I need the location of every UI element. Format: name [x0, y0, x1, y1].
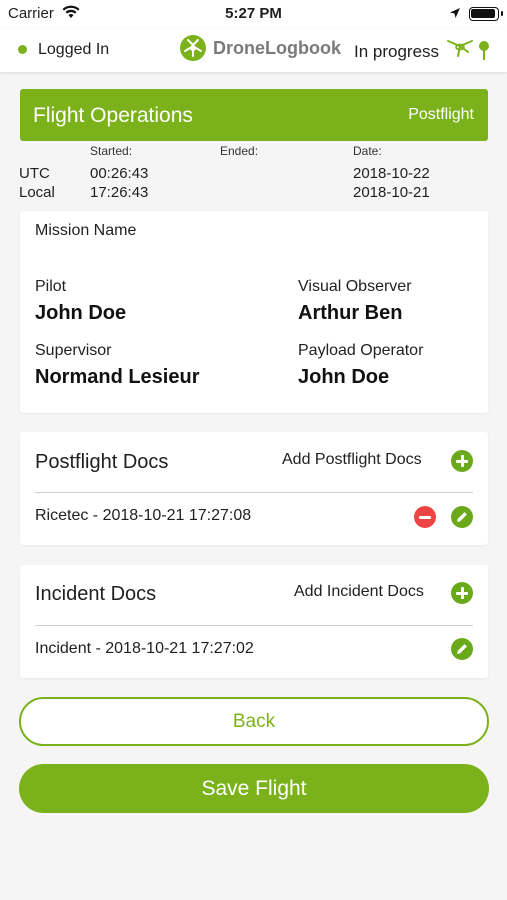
payload-operator-value: John Doe — [298, 366, 390, 388]
incident-docs-card: Incident Docs Add Incident Docs Incident… — [20, 565, 488, 678]
status-bar: Carrier 5:27 PM — [0, 0, 507, 28]
save-flight-button[interactable]: Save Flight — [19, 764, 489, 813]
started-header: Started: — [90, 144, 133, 158]
edit-icon[interactable] — [451, 638, 473, 660]
local-date: 2018-10-21 — [353, 184, 430, 201]
local-started: 17:26:43 — [90, 184, 149, 201]
visual-observer-label: Visual Observer — [298, 278, 412, 295]
visual-observer-value: Arthur Ben — [298, 302, 403, 324]
mission-card[interactable]: Mission Name Pilot John Doe Visual Obser… — [20, 211, 488, 413]
mission-name-label: Mission Name — [35, 222, 137, 239]
remove-icon[interactable] — [414, 506, 436, 528]
utc-date: 2018-10-22 — [353, 165, 430, 182]
postflight-doc-item[interactable]: Ricetec - 2018-10-21 17:27:08 — [35, 507, 251, 525]
postflight-docs-card: Postflight Docs Add Postflight Docs Rice… — [20, 432, 488, 545]
clock: 5:27 PM — [225, 5, 282, 22]
login-status-label: Logged In — [38, 41, 110, 58]
payload-operator-label: Payload Operator — [298, 342, 424, 359]
add-postflight-docs-button[interactable]: Add Postflight Docs — [282, 451, 422, 469]
flight-times: Started: Ended: Date: UTC 00:26:43 2018-… — [0, 142, 507, 204]
incident-docs-title: Incident Docs — [35, 583, 157, 605]
flight-status-label: In progress — [354, 42, 440, 61]
add-incident-docs-button[interactable]: Add Incident Docs — [294, 583, 424, 601]
pilot-value: John Doe — [35, 302, 127, 324]
incident-doc-item[interactable]: Incident - 2018-10-21 17:27:02 — [35, 640, 254, 658]
battery-icon — [469, 7, 503, 21]
brand-name: DroneLogbook — [213, 38, 341, 58]
drone-icon — [446, 37, 474, 64]
edit-icon[interactable] — [451, 506, 473, 528]
supervisor-label: Supervisor — [35, 342, 112, 359]
add-incident-docs-icon[interactable] — [451, 582, 473, 604]
page-title: Flight Operations — [33, 104, 193, 127]
postflight-docs-title: Postflight Docs — [35, 451, 169, 473]
flight-operations-bar: Flight Operations Postflight — [20, 89, 488, 141]
supervisor-value: Normand Lesieur — [35, 366, 200, 388]
app-header: Logged In DroneLogbook In progress — [0, 28, 507, 72]
pilot-label: Pilot — [35, 278, 67, 295]
login-status-dot — [18, 45, 27, 54]
dronelogbook-logo-icon — [180, 35, 206, 61]
back-button[interactable]: Back — [19, 697, 489, 746]
flight-phase-label: Postflight — [408, 106, 474, 123]
location-pin-icon[interactable] — [477, 40, 491, 67]
location-arrow-icon — [449, 6, 461, 23]
divider — [35, 492, 473, 493]
local-label: Local — [19, 184, 55, 201]
ended-header: Ended: — [220, 144, 259, 158]
divider — [35, 625, 473, 626]
date-header: Date: — [353, 144, 382, 158]
add-postflight-docs-icon[interactable] — [451, 450, 473, 472]
utc-label: UTC — [19, 165, 50, 182]
utc-started: 00:26:43 — [90, 165, 149, 182]
